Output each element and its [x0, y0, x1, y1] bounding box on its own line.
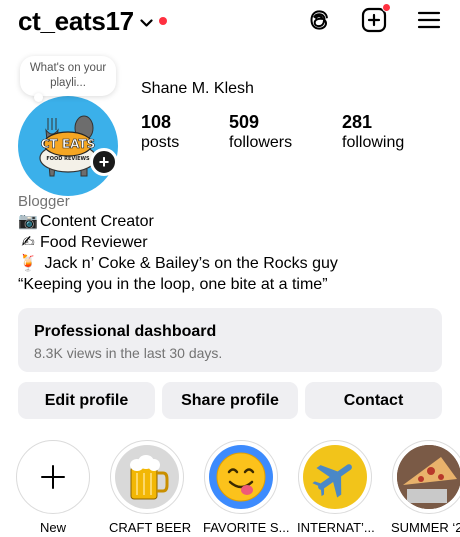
threads-icon[interactable]: [305, 6, 333, 34]
professional-dashboard[interactable]: Professional dashboard 8.3K views in the…: [18, 308, 442, 372]
posts-label: posts: [141, 134, 180, 151]
highlight-label: SUMMER ‘2: [391, 520, 460, 535]
highlight-ring[interactable]: [298, 440, 372, 514]
beer-mug-icon: [130, 455, 169, 500]
highlight-favorite[interactable]: FAVORITE S...: [203, 440, 290, 535]
highlight-label: New: [39, 520, 66, 535]
camera-icon: 📷: [18, 213, 38, 230]
highlight-new[interactable]: New: [15, 440, 91, 535]
new-post-notification-dot: [382, 3, 391, 12]
highlight-craft-beer[interactable]: CRAFT BEER: [109, 440, 192, 535]
bio-line: ✍ Food Reviewer: [18, 232, 148, 253]
username[interactable]: ct_eats17: [18, 6, 134, 37]
avatar[interactable]: CT EATS FOOD REVIEWS: [18, 96, 118, 196]
followers-count: 509: [229, 112, 260, 132]
international-highlight-cover: [303, 445, 367, 509]
bio-text: “Keeping you in the loop, one bite at a …: [18, 276, 328, 293]
note-bubble[interactable]: What's on your playli...: [20, 56, 116, 96]
svg-text:FOOD REVIEWS: FOOD REVIEWS: [46, 156, 90, 162]
chevron-down-icon[interactable]: [140, 18, 153, 28]
ct-eats-logo: CT EATS FOOD REVIEWS: [39, 115, 97, 177]
writing-hand-icon: ✍: [21, 234, 35, 251]
add-story-button[interactable]: +: [90, 148, 118, 176]
new-post-icon[interactable]: [360, 3, 391, 34]
display-name: Shane M. Klesh: [141, 80, 254, 97]
following-stat[interactable]: 281 following: [342, 112, 404, 154]
plus-icon: [41, 465, 65, 489]
menu-icon[interactable]: [415, 6, 443, 34]
highlight-label: INTERNAT’...: [297, 520, 375, 535]
contact-button[interactable]: Contact: [305, 382, 442, 419]
profile-category: Blogger: [18, 193, 70, 210]
profile-avatar[interactable]: CT EATS FOOD REVIEWS +: [18, 96, 118, 196]
following-label: following: [342, 134, 405, 151]
note-text: What's on your playli...: [29, 62, 107, 89]
note-bubble-tail: [34, 93, 43, 102]
airplane-icon: [312, 464, 352, 498]
bio-text: Content Creator: [40, 213, 154, 230]
share-profile-button[interactable]: Share profile: [162, 382, 298, 419]
notification-dot: [158, 16, 167, 25]
posts-count: 108: [141, 112, 172, 132]
beer-highlight-cover: [115, 445, 179, 509]
yum-face-icon: [216, 452, 266, 502]
favorite-highlight-cover: [209, 445, 273, 509]
highlight-ring[interactable]: [110, 440, 184, 514]
bio-line: “Keeping you in the loop, one bite at a …: [18, 274, 328, 295]
bio-line: 🍹 Jack n’ Coke & Bailey’s on the Rocks g…: [18, 253, 338, 274]
followers-label: followers: [229, 134, 293, 151]
edit-profile-button[interactable]: Edit profile: [18, 382, 155, 419]
highlight-label: CRAFT BEER: [109, 520, 192, 535]
highlight-ring[interactable]: [392, 440, 460, 514]
following-count: 281: [342, 112, 373, 132]
highlight-label: FAVORITE S...: [203, 520, 290, 535]
pizza-photo-art: [397, 445, 460, 509]
highlight-summer[interactable]: SUMMER ‘2: [391, 440, 460, 535]
followers-stat[interactable]: 509 followers: [229, 112, 292, 154]
posts-stat[interactable]: 108 posts: [141, 112, 179, 154]
dashboard-title: Professional dashboard: [34, 323, 217, 340]
top-bar: ct_eats17: [0, 0, 460, 44]
account-switcher[interactable]: ct_eats17: [18, 6, 167, 37]
dashboard-subtitle: 8.3K views in the last 30 days.: [34, 345, 223, 361]
new-highlight-ring[interactable]: [16, 440, 90, 514]
svg-text:CT EATS: CT EATS: [41, 137, 96, 151]
pizza-photo: [397, 445, 460, 509]
cocktail-icon: 🍹: [18, 255, 38, 272]
bio-line: 📷 Content Creator: [18, 211, 154, 232]
bio-text: Food Reviewer: [40, 234, 148, 251]
highlight-ring[interactable]: [204, 440, 278, 514]
highlight-international[interactable]: INTERNAT’...: [297, 440, 375, 535]
bio-text: Jack n’ Coke & Bailey’s on the Rocks guy: [40, 255, 338, 272]
